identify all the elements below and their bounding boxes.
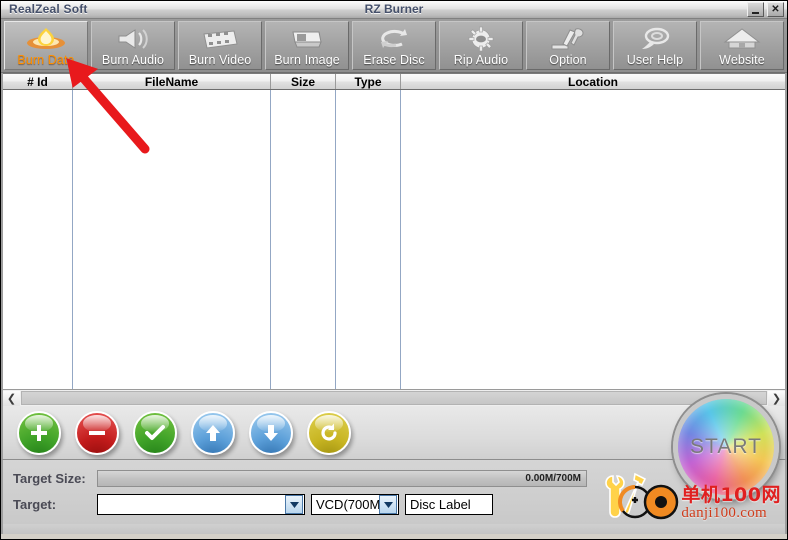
disc-plus-icon — [615, 478, 685, 522]
refresh-icon — [321, 423, 337, 441]
toolbar-button-burn-data[interactable]: Burn Data — [4, 21, 88, 70]
toolbar-button-user-help[interactable]: User Help — [613, 21, 697, 70]
window-controls: ✕ — [747, 2, 784, 17]
column-body-location — [401, 90, 785, 389]
status-strip — [1, 524, 787, 534]
toolbar-label: Rip Audio — [453, 53, 509, 67]
remove-files-button[interactable] — [75, 410, 119, 455]
toolbar-label: Option — [549, 53, 587, 67]
action-button-bar — [1, 406, 787, 460]
column-header-location[interactable]: Location — [401, 74, 785, 89]
target-size-value: 0.00M/700M — [525, 473, 581, 484]
confirm-button[interactable] — [133, 410, 177, 455]
check-icon — [145, 424, 165, 440]
chevron-down-icon[interactable] — [285, 495, 303, 514]
arrow-down-icon — [264, 424, 278, 441]
column-body-filename — [73, 90, 271, 389]
toolbar-label: Burn Video — [188, 53, 252, 67]
move-down-button[interactable] — [249, 410, 293, 455]
disc-type-value: VCD(700M) — [316, 497, 379, 512]
column-body-id — [3, 90, 73, 389]
house-icon — [701, 25, 783, 52]
toolbar-button-website[interactable]: Website — [700, 21, 784, 70]
disc-label-value: Disc Label — [410, 497, 471, 512]
app-window: RealZeal Soft RZ Burner ✕ Burn Data Burn… — [0, 0, 788, 540]
wrench-hammer-icon — [527, 25, 609, 52]
add-files-button[interactable] — [17, 410, 61, 455]
toolbar-label: Erase Disc — [363, 53, 425, 67]
column-header-filename[interactable]: FileName — [73, 74, 271, 89]
toolbar-label: Burn Data — [17, 53, 75, 67]
scrollbar-thumb[interactable] — [21, 391, 767, 405]
toolbar-button-burn-video[interactable]: Burn Video — [178, 21, 262, 70]
refresh-button[interactable] — [307, 410, 351, 455]
start-button[interactable]: START — [673, 394, 779, 500]
arrow-up-icon — [206, 424, 220, 441]
film-strip-icon — [179, 25, 261, 52]
disc-image-icon — [266, 25, 348, 52]
column-body-size — [271, 90, 336, 389]
flame-disc-icon — [5, 25, 87, 52]
target-drive-select[interactable] — [97, 494, 305, 515]
move-up-button[interactable] — [191, 410, 235, 455]
bottom-panel: Target Size: 0.00M/700M Target: VCD(700M… — [1, 394, 787, 524]
close-icon: ✕ — [771, 3, 780, 15]
toolbar-label: Burn Audio — [101, 53, 165, 67]
toolbar-label: Website — [719, 53, 765, 67]
minimize-button[interactable] — [747, 2, 764, 17]
gear-disc-icon — [440, 25, 522, 52]
column-body-type — [336, 90, 401, 389]
start-button-label: START — [690, 435, 762, 458]
toolbar-button-erase-disc[interactable]: Erase Disc — [352, 21, 436, 70]
target-size-progressbar: 0.00M/700M — [97, 470, 587, 487]
refresh-arrows-icon — [353, 25, 435, 52]
page-title: RZ Burner — [364, 2, 424, 16]
toolbar-button-burn-image[interactable]: Burn Image — [265, 21, 349, 70]
toolbar-button-burn-audio[interactable]: Burn Audio — [91, 21, 175, 70]
file-list-body[interactable] — [3, 90, 785, 389]
horizontal-scrollbar[interactable]: ❮ ❯ — [3, 389, 785, 406]
column-header-type[interactable]: Type — [336, 74, 401, 89]
toolbar-button-option[interactable]: Option — [526, 21, 610, 70]
file-list-header: # Id FileName Size Type Location — [3, 73, 785, 90]
main-toolbar: Burn Data Burn Audio Burn Video Burn Ima… — [1, 19, 787, 73]
file-list: # Id FileName Size Type Location ❮ ❯ — [1, 73, 787, 406]
scroll-left-icon[interactable]: ❮ — [3, 390, 20, 406]
disc-type-select[interactable]: VCD(700M) — [311, 494, 399, 515]
speaker-icon — [92, 25, 174, 52]
toolbar-button-rip-audio[interactable]: Rip Audio — [439, 21, 523, 70]
column-header-size[interactable]: Size — [271, 74, 336, 89]
minimize-icon — [752, 11, 759, 14]
title-bar: RealZeal Soft RZ Burner ✕ — [1, 1, 787, 19]
toolbar-label: User Help — [626, 53, 684, 67]
disc-label-input[interactable]: Disc Label — [405, 494, 493, 515]
speech-bubble-icon — [614, 25, 696, 52]
target-label: Target: — [13, 497, 57, 512]
toolbar-label: Burn Image — [274, 53, 340, 67]
column-header-id[interactable]: # Id — [3, 74, 73, 89]
plus-icon — [31, 424, 47, 441]
minus-icon — [89, 430, 105, 435]
scroll-right-icon[interactable]: ❯ — [768, 390, 785, 406]
chevron-down-icon[interactable] — [379, 495, 397, 514]
target-size-label: Target Size: — [13, 471, 86, 486]
close-button[interactable]: ✕ — [767, 2, 784, 17]
